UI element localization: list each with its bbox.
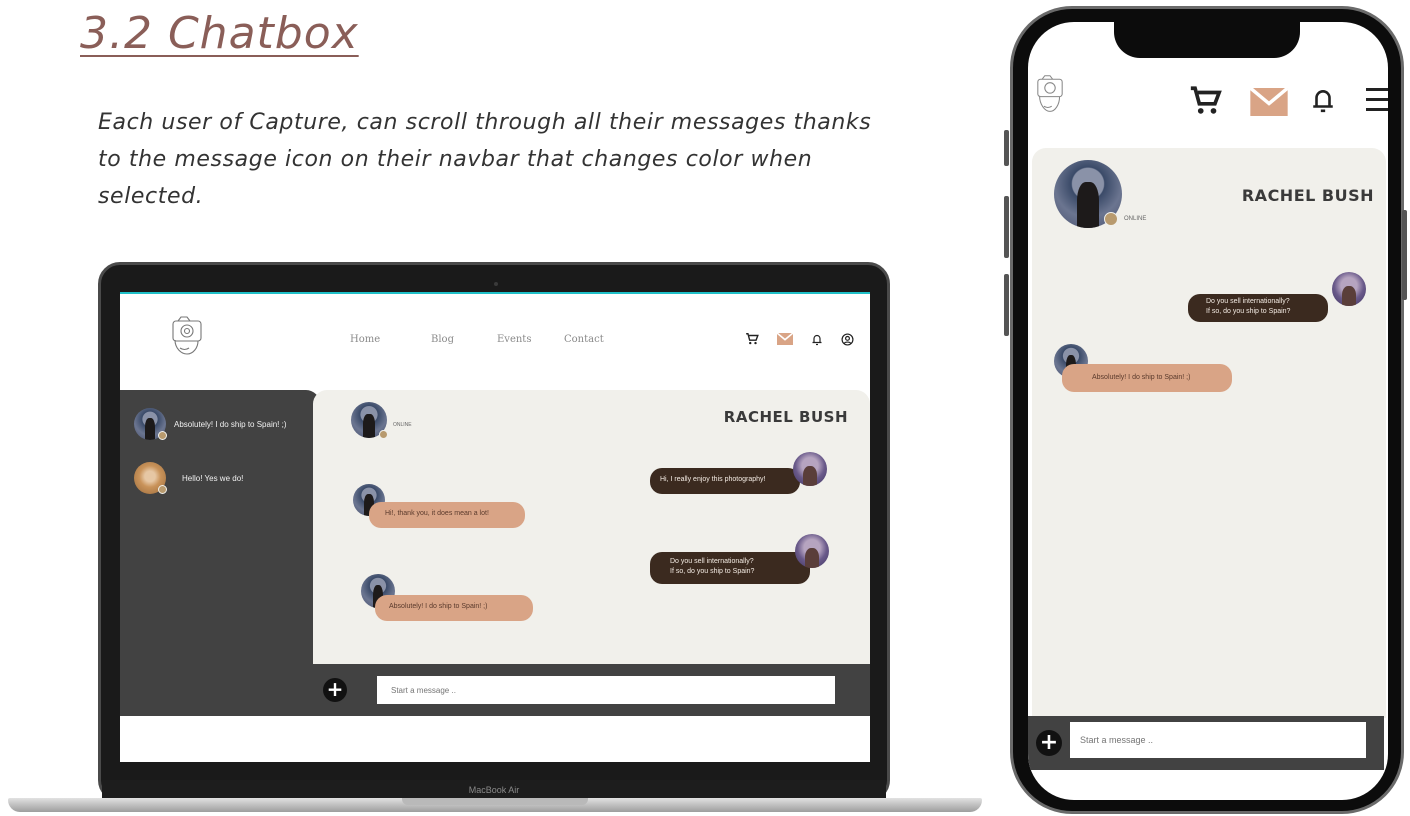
online-status-dot: [379, 430, 388, 439]
online-status-label: ONLINE: [393, 422, 412, 428]
online-status-dot: [158, 431, 167, 440]
outgoing-message: Hi, I really enjoy this photography!: [650, 468, 800, 494]
message-text: If so, do you ship to Spain?: [670, 567, 755, 575]
conversation-sidebar: Absolutely! I do ship to Spain! ;) Hello…: [120, 390, 320, 716]
phone-side-button: [1004, 130, 1009, 166]
laptop-brand-label: MacBook Air: [102, 780, 886, 800]
incoming-message: Absolutely! I do ship to Spain! ;): [1062, 364, 1232, 392]
contact-name: RACHEL BUSH: [1241, 186, 1374, 205]
online-status-label: ONLINE: [1124, 216, 1147, 222]
menu-icon[interactable]: [1366, 86, 1388, 114]
bell-icon[interactable]: [1310, 84, 1336, 116]
message-text: Hi!, thank you, it does mean a lot!: [385, 510, 489, 517]
message-text: Hi, I really enjoy this photography!: [660, 476, 766, 483]
chat-pane: ONLINE RACHEL BUSH Do you sell internati…: [1032, 148, 1386, 718]
add-attachment-button[interactable]: +: [323, 678, 347, 702]
message-text: Do you sell internationally?: [670, 558, 754, 565]
my-avatar: [795, 534, 829, 568]
message-text: If so, do you ship to Spain?: [1206, 307, 1291, 315]
cart-icon[interactable]: [745, 332, 759, 346]
nav-events[interactable]: Events: [497, 334, 531, 345]
message-input[interactable]: [1070, 722, 1366, 758]
my-avatar: [793, 452, 827, 486]
user-icon[interactable]: [841, 332, 854, 346]
laptop-notch: [402, 798, 588, 805]
page-title: 3.2 Chatbox: [80, 8, 359, 59]
add-attachment-button[interactable]: +: [1036, 730, 1062, 756]
phone-side-button: [1402, 210, 1407, 300]
cart-icon[interactable]: [1188, 84, 1222, 118]
conversation-item[interactable]: Absolutely! I do ship to Spain! ;): [134, 408, 287, 440]
nav-blog[interactable]: Blog: [431, 334, 454, 345]
message-text: Absolutely! I do ship to Spain! ;): [389, 603, 488, 610]
message-text: Absolutely! I do ship to Spain! ;): [1092, 374, 1191, 381]
outgoing-message: Do you sell internationally? If so, do y…: [1188, 294, 1328, 322]
message-input[interactable]: [377, 676, 835, 704]
laptop-camera: [494, 282, 498, 286]
bell-icon[interactable]: [811, 333, 823, 346]
message-text: Do you sell internationally?: [1206, 298, 1290, 305]
nav-home[interactable]: Home: [350, 334, 380, 345]
page-description: Each user of Capture, can scroll through…: [98, 110, 872, 209]
chat-pane: ONLINE RACHEL BUSH Hi, I really enjoy th…: [313, 390, 870, 666]
phone-side-button: [1004, 274, 1009, 336]
laptop-screen: Home Blog Events Contact Absolutely! I d…: [120, 292, 870, 762]
online-status-dot: [1104, 212, 1118, 226]
mail-icon[interactable]: [1250, 88, 1288, 116]
contact-name: RACHEL BUSH: [723, 408, 848, 426]
message-input-bar: +: [1028, 716, 1384, 770]
nav-contact[interactable]: Contact: [564, 334, 604, 345]
capture-logo-icon[interactable]: [1030, 68, 1070, 120]
capture-logo-icon[interactable]: [164, 312, 210, 358]
conversation-item[interactable]: Hello! Yes we do!: [134, 462, 243, 494]
online-status-dot: [158, 485, 167, 494]
incoming-message: Absolutely! I do ship to Spain! ;): [375, 595, 533, 621]
conversation-preview: Hello! Yes we do!: [182, 473, 244, 483]
incoming-message: Hi!, thank you, it does mean a lot!: [369, 502, 525, 528]
my-avatar: [1332, 272, 1366, 306]
message-input-bar: +: [313, 664, 870, 716]
outgoing-message: Do you sell internationally? If so, do y…: [650, 552, 810, 584]
phone-side-button: [1004, 196, 1009, 258]
phone-notch: [1114, 14, 1300, 58]
mail-icon[interactable]: [777, 333, 793, 345]
phone-screen: ONLINE RACHEL BUSH Do you sell internati…: [1028, 22, 1388, 800]
conversation-preview: Absolutely! I do ship to Spain! ;): [174, 419, 287, 429]
